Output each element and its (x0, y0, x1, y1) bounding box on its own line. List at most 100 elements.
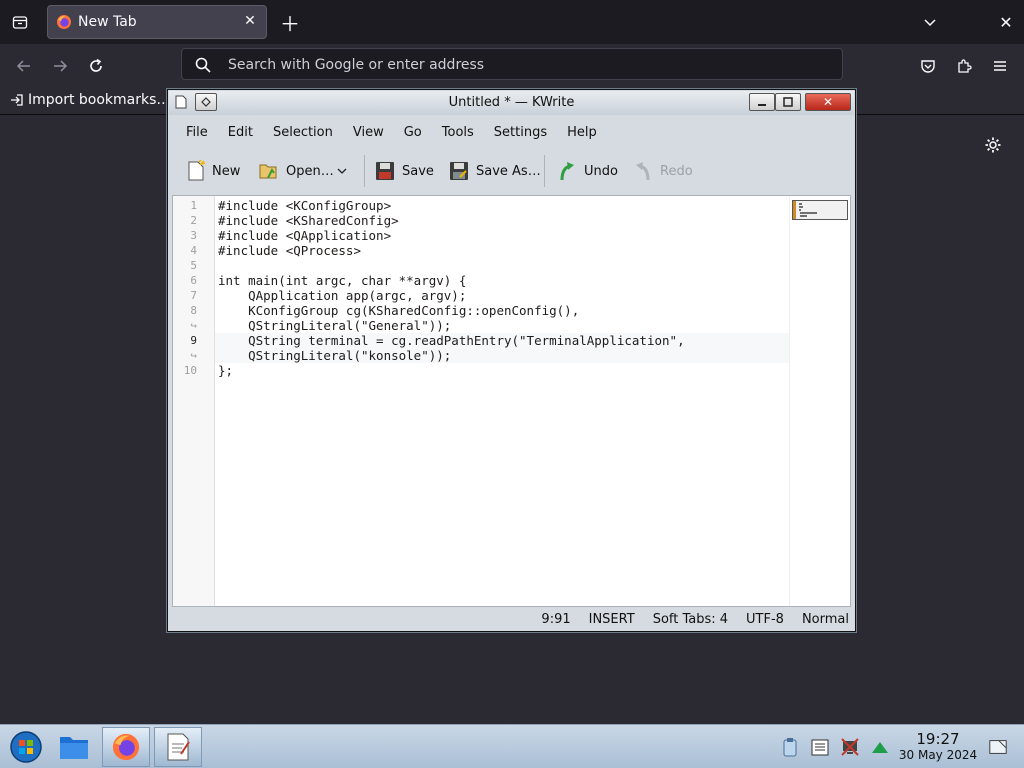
arrow-right-icon (54, 60, 68, 72)
undo-label: Undo (584, 163, 618, 179)
notes-icon (811, 739, 829, 756)
close-icon: ✕ (822, 95, 834, 109)
line-number: 6 (190, 274, 197, 287)
extensions-button[interactable] (950, 52, 978, 80)
line-number: 5 (190, 259, 197, 272)
minimize-button[interactable] (749, 93, 775, 111)
encoding-setting[interactable]: UTF-8 (746, 612, 784, 627)
menu-help[interactable]: Help (557, 119, 607, 147)
clipboard-icon (783, 738, 797, 757)
menu-go[interactable]: Go (394, 119, 432, 147)
tray-network-disconnected[interactable] (840, 737, 860, 757)
hamburger-icon (994, 61, 1006, 71)
code-line: #include <KSharedConfig> (218, 213, 399, 228)
maximize-icon (783, 97, 793, 107)
firefox-icon (57, 15, 71, 29)
save-as-button[interactable]: Save As… (448, 157, 541, 185)
network-disconnected-icon (841, 738, 859, 756)
start-menu-button[interactable] (2, 727, 50, 767)
update-arrow-icon (872, 742, 888, 753)
main-toolbar: New Open… Save Save As… Undo Redo (172, 151, 851, 191)
new-button[interactable]: New (186, 157, 240, 185)
kwrite-titlebar[interactable]: Untitled * — KWrite ✕ (169, 91, 854, 115)
line-number: 3 (190, 229, 197, 242)
save-button[interactable]: Save (374, 157, 434, 185)
url-bar[interactable] (181, 48, 843, 80)
close-tab-icon[interactable]: ✕ (242, 13, 258, 29)
code-line: QStringLiteral("General")); (218, 318, 452, 333)
pocket-icon (921, 60, 935, 73)
indentation-setting[interactable]: Soft Tabs: 4 (653, 612, 728, 627)
cursor-position[interactable]: 9:91 (541, 612, 570, 627)
floppy-disk-save-as-icon (450, 162, 468, 180)
search-input[interactable] (226, 53, 830, 77)
folder-icon (60, 737, 88, 759)
line-number: 10 (183, 364, 197, 377)
open-label: Open… (286, 163, 334, 179)
menu-button[interactable] (986, 52, 1014, 80)
show-desktop-button[interactable] (988, 737, 1008, 757)
menu-file[interactable]: File (176, 119, 218, 147)
undo-button[interactable]: Undo (556, 157, 618, 185)
pocket-button[interactable] (914, 52, 942, 80)
tab-list-icon (12, 16, 28, 29)
clock[interactable]: 19:27 30 May 2024 (893, 731, 983, 763)
code-line: QStringLiteral("konsole")); (218, 348, 452, 363)
code-line: KConfigGroup cg(KSharedConfig::openConfi… (218, 303, 580, 318)
list-all-tabs-button[interactable] (918, 10, 942, 34)
save-label: Save (402, 163, 434, 179)
kwrite-window[interactable]: Untitled * — KWrite ✕ File Edit Selectio… (166, 88, 857, 633)
menu-bar: File Edit Selection View Go Tools Settin… (172, 119, 851, 147)
minimap-scrollbar[interactable] (789, 196, 850, 606)
line-number: 8 (190, 304, 197, 317)
chevron-down-icon (337, 168, 347, 174)
taskbar-firefox[interactable] (102, 727, 150, 767)
menu-view[interactable]: View (343, 119, 394, 147)
line-number-current: 9 (190, 334, 197, 347)
window-close-button[interactable]: ✕ (994, 10, 1018, 34)
menu-tools[interactable]: Tools (432, 119, 484, 147)
reload-button[interactable] (82, 52, 110, 80)
clock-date: 30 May 2024 (898, 748, 978, 762)
toolbar-separator (544, 155, 545, 187)
arrow-left-icon (16, 60, 30, 72)
new-tab-settings-button[interactable] (982, 134, 1004, 156)
code-line: #include <KConfigGroup> (218, 198, 392, 213)
edit-mode[interactable]: INSERT (589, 612, 635, 627)
code-line: QString terminal = cg.readPathEntry("Ter… (218, 333, 685, 348)
redo-arrow-icon (636, 162, 650, 181)
new-tab-button[interactable]: ＋ (278, 10, 302, 36)
chevron-down-icon (924, 19, 936, 27)
open-recent-dropdown[interactable] (336, 157, 348, 185)
redo-button[interactable]: Redo (632, 157, 693, 185)
taskbar-file-manager[interactable] (50, 727, 98, 767)
taskbar-kwrite[interactable] (154, 727, 202, 767)
import-bookmarks-button[interactable]: Import bookmarks… (10, 90, 170, 110)
floppy-disk-icon (376, 162, 394, 180)
tab-list-button[interactable] (8, 10, 32, 34)
back-button[interactable] (10, 52, 38, 80)
menu-settings[interactable]: Settings (484, 119, 557, 147)
minimap-viewport[interactable] (792, 200, 848, 220)
code-editor[interactable]: 1 2 3 4 5 6 7 8 ↪ 9 ↪ 10 #include <KConf… (172, 195, 851, 607)
toolbar-separator (364, 155, 365, 187)
forward-button[interactable] (46, 52, 74, 80)
tab-title: New Tab (78, 14, 137, 30)
line-number-gutter[interactable]: 1 2 3 4 5 6 7 8 ↪ 9 ↪ 10 (173, 196, 215, 606)
close-window-button[interactable]: ✕ (805, 93, 851, 111)
code-line: QApplication app(argc, argv); (218, 288, 467, 303)
taskbar: 19:27 30 May 2024 (0, 724, 1024, 768)
tray-updates[interactable] (870, 737, 890, 757)
open-button[interactable]: Open… (258, 157, 334, 185)
maximize-button[interactable] (775, 93, 801, 111)
menu-edit[interactable]: Edit (218, 119, 263, 147)
tab-new-tab[interactable]: New Tab ✕ (47, 5, 267, 39)
input-mode[interactable]: Normal (802, 612, 849, 627)
tray-notes[interactable] (810, 737, 830, 757)
tray-clipboard[interactable] (780, 737, 800, 757)
menu-selection[interactable]: Selection (263, 119, 343, 147)
new-label: New (212, 163, 241, 179)
line-number: 4 (190, 244, 197, 257)
reload-icon (90, 58, 102, 72)
minimize-icon (758, 104, 766, 106)
